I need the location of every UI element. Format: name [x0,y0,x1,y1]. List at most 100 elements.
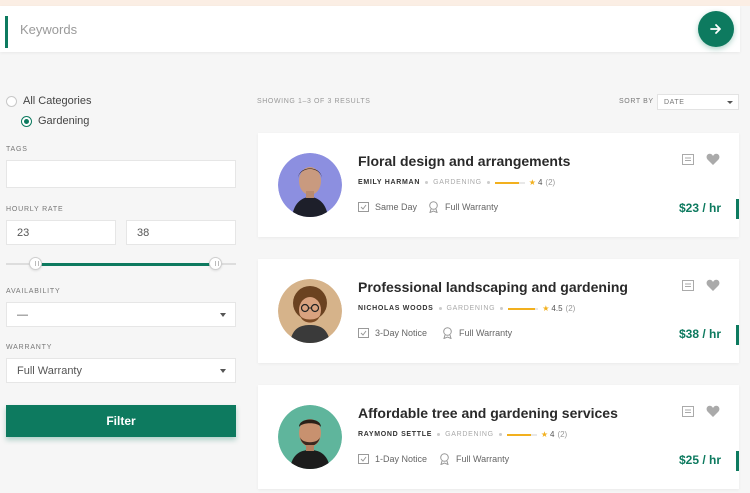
meta-separator [500,307,504,310]
arrow-right-icon [710,24,721,34]
rating-bar-fill [494,181,519,184]
warranty-text: Full Warranty [456,454,510,464]
warranty-text: Full Warranty [445,202,499,212]
notice-feature: 3-Day Notice [358,327,427,338]
search-bar [0,6,740,52]
rate-min-value: 23 [17,226,30,239]
filter-button[interactable]: Filter [6,405,236,437]
star-icon: ★ [542,304,550,313]
heart-icon[interactable] [706,153,720,166]
listing-meta: RAYMOND SETTLE GARDENING ★ 4 (2) [358,430,567,439]
rate-max-input[interactable]: 38 [126,220,236,245]
notice-feature: Same Day [358,201,417,212]
avatar[interactable] [278,279,342,343]
meta-separator [437,433,441,436]
calendar-check-icon [358,328,369,338]
heart-icon[interactable] [706,279,720,292]
listing-category[interactable]: GARDENING [433,179,482,186]
rating-value: 4 [549,430,555,439]
warranty-select[interactable]: Full Warranty [6,358,236,383]
rate-slider-min-handle[interactable] [29,257,43,270]
rate-max-value: 38 [137,226,150,239]
review-count: (2) [557,430,568,439]
category-all[interactable]: All Categories [6,95,91,107]
rating-value: 4 [537,178,543,187]
avatar[interactable] [278,153,342,217]
award-ribbon-icon [440,453,449,465]
review-count: (2) [545,178,556,187]
provider-name[interactable]: NICHOLAS WOODS [358,305,434,312]
availability-value: — [17,308,28,321]
listing-title[interactable]: Floral design and arrangements [358,153,570,169]
star-icon: ★ [540,430,548,439]
listing-meta: NICHOLAS WOODS GARDENING ★ 4.5 (2) [358,304,575,313]
review-count: (2) [565,304,576,313]
warranty-label: WARRANTY [6,344,53,351]
listing-price: $38 / hr [678,327,721,341]
provider-name[interactable]: EMILY HARMAN [358,179,420,186]
warranty-feature: Full Warranty [439,453,509,465]
notice-text: Same Day [375,201,418,212]
listing-title[interactable]: Affordable tree and gardening services [358,405,618,421]
notice-feature: 1-Day Notice [358,453,427,464]
chevron-down-icon [220,313,226,317]
listing-card[interactable]: Floral design and arrangements EMILY HAR… [258,133,739,237]
warranty-text: Full Warranty [459,328,513,338]
warranty-feature: Full Warranty [428,201,498,213]
rating-value: 4.5 [551,304,563,313]
tags-label: TAGS [6,146,28,153]
message-icon[interactable] [682,154,694,165]
sort-value: DATE [664,98,685,106]
award-ribbon-icon [429,201,438,213]
card-accent-bar [736,451,739,471]
rating-bar [506,433,537,436]
listing-card[interactable]: Professional landscaping and gardening N… [258,259,739,363]
calendar-check-icon [358,454,369,464]
availability-select[interactable]: — [6,302,236,327]
award-ribbon-icon [443,327,452,339]
category-gardening[interactable]: Gardening [21,115,89,127]
message-icon[interactable] [682,406,694,417]
keywords-input[interactable] [20,14,680,44]
listing-price: $25 / hr [678,453,721,467]
meta-separator [486,181,490,184]
avatar[interactable] [278,405,342,469]
category-all-label: All Categories [23,95,92,107]
tags-input[interactable] [6,160,236,188]
rating-bar-fill [508,307,536,310]
listing-category[interactable]: GARDENING [445,431,494,438]
chevron-down-icon [220,369,226,373]
radio-all-categories[interactable] [6,95,17,107]
provider-name[interactable]: RAYMOND SETTLE [358,431,432,438]
meta-separator [425,181,429,184]
rate-slider-fill [35,263,216,266]
sort-by-label: SORT BY [619,98,654,105]
card-accent-bar [736,325,739,345]
rating-bar [508,307,539,310]
sort-select[interactable]: DATE [657,94,739,110]
search-submit-button[interactable] [698,11,734,47]
listing-category[interactable]: GARDENING [447,305,496,312]
listing-card[interactable]: Affordable tree and gardening services R… [258,385,739,489]
warranty-feature: Full Warranty [442,327,512,339]
warranty-value: Full Warranty [17,364,82,377]
chevron-down-icon [727,101,733,104]
calendar-check-icon [358,202,369,212]
listing-price: $23 / hr [678,201,721,215]
rate-min-input[interactable]: 23 [6,220,116,245]
results-count: SHOWING 1–3 OF 3 RESULTS [257,98,371,105]
heart-icon[interactable] [706,405,720,418]
hourly-rate-label: HOURLY RATE [6,206,64,213]
listing-meta: EMILY HARMAN GARDENING ★ 4 (2) [358,178,555,187]
radio-gardening[interactable] [21,115,32,127]
rate-slider-max-handle[interactable] [208,257,222,270]
notice-text: 3-Day Notice [375,327,428,338]
message-icon[interactable] [682,280,694,291]
category-gardening-label: Gardening [38,115,90,127]
star-icon: ★ [528,178,536,187]
availability-label: AVAILABILITY [6,288,61,295]
listing-title[interactable]: Professional landscaping and gardening [358,279,628,295]
meta-separator [498,433,502,436]
rating-bar [494,181,525,184]
card-accent-bar [736,199,739,219]
